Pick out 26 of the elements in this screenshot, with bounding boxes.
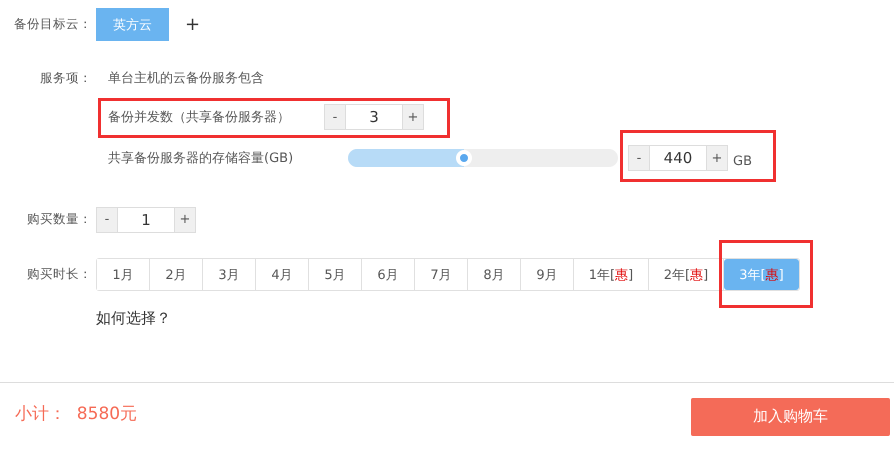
plus-button[interactable]: + — [707, 146, 727, 170]
unit-label: GB — [733, 154, 752, 168]
service-description: 单台主机的云备份服务包含 — [108, 70, 264, 87]
minus-button[interactable]: - — [97, 208, 117, 232]
number-field[interactable]: 1 — [117, 208, 175, 232]
subtotal-text: 小计： 8580元 — [15, 403, 138, 425]
duration-option[interactable]: 1月 — [97, 259, 150, 290]
quantity-stepper[interactable]: - 1 + — [96, 206, 196, 232]
help-link[interactable]: 如何选择？ — [96, 308, 171, 328]
minus-button[interactable]: - — [629, 146, 649, 170]
plus-button[interactable]: + — [403, 105, 423, 129]
concurrency-label: 备份并发数（共享备份服务器） — [108, 109, 291, 126]
field-label: 购买时长： — [26, 266, 93, 283]
slider-thumb[interactable] — [456, 150, 472, 166]
number-field[interactable]: 440 — [649, 146, 707, 170]
add-button[interactable]: + — [183, 14, 202, 35]
field-label: 购买数量： — [26, 211, 93, 228]
storage-label: 共享备份服务器的存储容量(GB) — [108, 150, 294, 167]
minus-button[interactable]: - — [325, 105, 345, 129]
concurrency-stepper[interactable]: - 3 + — [324, 104, 424, 130]
storage-stepper[interactable]: - 440 + — [628, 145, 728, 171]
field-label: 服务项： — [39, 70, 93, 86]
slider-track[interactable] — [348, 149, 618, 167]
number-field[interactable]: 3 — [345, 105, 403, 129]
field-label: 备份目标云： — [13, 16, 93, 33]
plus-button[interactable]: + — [175, 208, 195, 232]
